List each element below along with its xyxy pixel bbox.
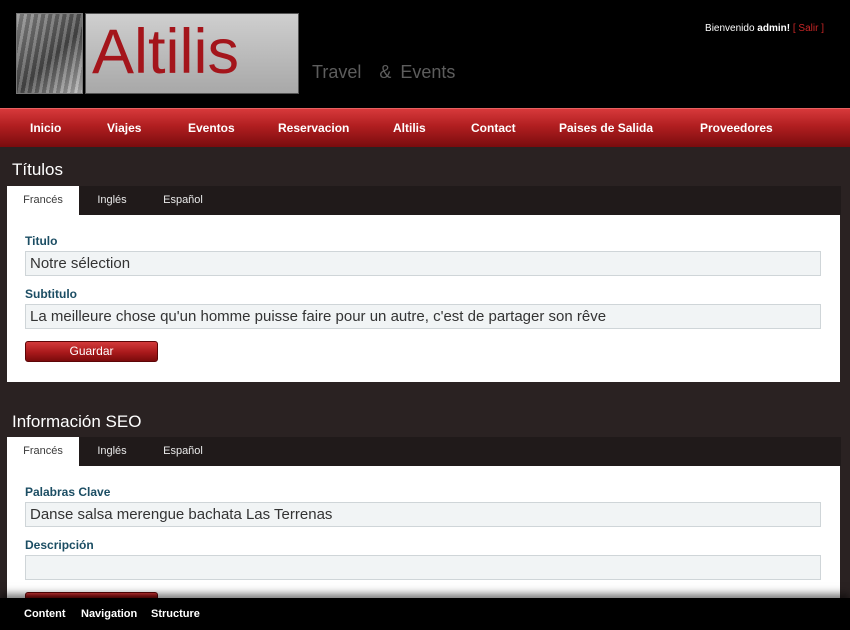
nav-item-contact[interactable]: Contact [471, 109, 516, 147]
welcome-prefix: Bienvenido [705, 23, 755, 34]
tab-frances[interactable]: Francés [7, 186, 79, 215]
tab-ingles[interactable]: Inglés [83, 186, 141, 215]
nav-item-reservacion[interactable]: Reservacion [278, 109, 349, 147]
section-title-titulos: Títulos [12, 160, 64, 179]
brand-name: Altilis [92, 17, 240, 87]
username: admin! [757, 23, 791, 34]
logout-link[interactable]: Salir [798, 23, 818, 34]
welcome-text: Bienvenido admin! [ Salir ] [705, 23, 824, 34]
subtitulo-input[interactable]: La meilleure chose qu'un homme puisse fa… [25, 304, 821, 329]
titulo-label: Titulo [25, 234, 58, 248]
toolbar-structure[interactable]: Structure [151, 598, 200, 630]
nav-item-viajes[interactable]: Viajes [107, 109, 141, 147]
nav-item-proveedores[interactable]: Proveedores [700, 109, 773, 147]
palabras-clave-input[interactable]: Danse salsa merengue bachata Las Terrena… [25, 502, 821, 527]
tab-espanol[interactable]: Español [149, 186, 217, 215]
nav-item-altilis[interactable]: Altilis [393, 109, 426, 147]
titulo-input[interactable]: Notre sélection [25, 251, 821, 276]
section-title-seo: Información SEO [12, 412, 142, 431]
seo-panel: Palabras Clave Danse salsa merengue bach… [7, 466, 840, 598]
bracket-close: ] [821, 23, 824, 34]
tab-frances[interactable]: Francés [7, 437, 79, 466]
admin-toolbar: Content Navigation Structure [0, 598, 850, 630]
toolbar-navigation[interactable]: Navigation [81, 598, 137, 630]
titles-tabbar: Francés Inglés Español [7, 186, 841, 215]
seo-tabbar: Francés Inglés Español [7, 437, 841, 466]
bracket-open: [ [792, 23, 796, 34]
descripcion-input[interactable] [25, 555, 821, 580]
logo[interactable]: Altilis [85, 13, 299, 94]
toolbar-content[interactable]: Content [24, 598, 66, 630]
nav-item-inicio[interactable]: Inicio [30, 109, 61, 147]
main-nav: Inicio Viajes Eventos Reservacion Altili… [0, 108, 850, 147]
descripcion-label: Descripción [25, 538, 94, 552]
tab-ingles[interactable]: Inglés [83, 437, 141, 466]
titles-panel: Titulo Notre sélection Subtitulo La meil… [7, 215, 840, 382]
logo-image [16, 13, 83, 94]
palabras-clave-label: Palabras Clave [25, 485, 111, 499]
tab-espanol[interactable]: Español [149, 437, 217, 466]
nav-item-eventos[interactable]: Eventos [188, 109, 235, 147]
nav-item-paises-de-salida[interactable]: Paises de Salida [559, 109, 653, 147]
header: Altilis Travel & Events Bienvenido admin… [0, 0, 850, 108]
subtitulo-label: Subtitulo [25, 287, 77, 301]
save-button[interactable]: Guardar [25, 341, 158, 362]
tagline: Travel & Events [312, 62, 456, 82]
